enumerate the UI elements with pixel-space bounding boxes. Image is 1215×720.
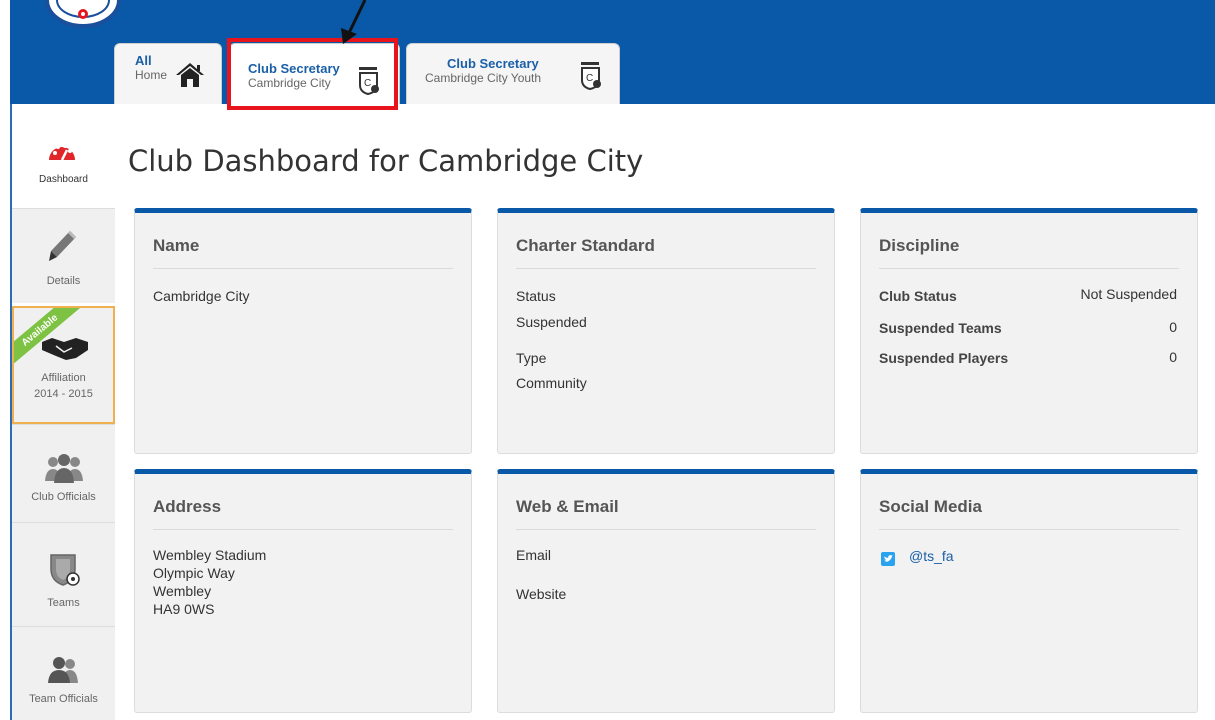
club-status-label: Club Status <box>879 288 957 304</box>
card-title: Name <box>153 236 200 255</box>
suspended-teams-label: Suspended Teams <box>879 320 1002 336</box>
people-group-icon <box>45 454 83 483</box>
svg-text:C: C <box>586 73 593 84</box>
fa-logo[interactable] <box>44 0 122 36</box>
tab-cc-line1: Club Secretary <box>248 61 340 76</box>
dashboard-gauge-icon <box>49 144 75 161</box>
website-label: Website <box>516 586 567 602</box>
handshake-icon <box>42 338 88 360</box>
email-label: Email <box>516 547 552 563</box>
sidebar-item-teams[interactable]: Teams <box>12 522 115 626</box>
sidebar-label-teams: Teams <box>47 597 80 609</box>
tab-ccy-line2: Cambridge City Youth <box>425 71 542 85</box>
address-line: Wembley <box>153 583 212 599</box>
divider <box>153 268 453 269</box>
card-name: Name Cambridge City <box>134 208 472 454</box>
suspended-players-value: 0 <box>1169 349 1177 365</box>
charter-status-value: Suspended <box>516 314 587 330</box>
tab-all-home[interactable]: All Home <box>114 43 222 104</box>
club-status-value: Not Suspended <box>1080 286 1177 302</box>
card-title: Social Media <box>879 497 982 516</box>
sidebar-item-dashboard[interactable]: Dashboard <box>12 104 115 208</box>
shield-ball-icon <box>50 554 80 586</box>
club-shield-icon: C <box>359 67 379 95</box>
card-discipline: Discipline Club Status Not Suspended Sus… <box>860 208 1198 454</box>
sidebar-label-affiliation: Affiliation <box>41 372 86 384</box>
charter-status-label: Status <box>516 288 556 304</box>
charter-type-label: Type <box>516 350 547 366</box>
twitter-handle-link[interactable]: @ts_fa <box>909 548 954 564</box>
page-title: Club Dashboard for Cambridge City <box>128 144 644 178</box>
suspended-teams-value: 0 <box>1169 319 1177 335</box>
card-title: Web & Email <box>516 497 619 516</box>
sidebar-label-details: Details <box>46 275 81 287</box>
sidebar-item-affiliation[interactable]: Available Affiliation 2014 - 2015 <box>12 306 115 424</box>
pencil-icon <box>49 231 76 261</box>
sidebar-item-details[interactable]: Details <box>12 208 115 303</box>
address-line: Wembley Stadium <box>153 547 267 563</box>
sidebar-item-club-officials[interactable]: Club Officials <box>12 424 115 522</box>
card-address: Address Wembley Stadium Olympic Way Wemb… <box>134 469 472 713</box>
tab-ccy-line1: Club Secretary <box>447 56 539 71</box>
club-shield-icon: C <box>581 62 601 90</box>
tab-cc-line2: Cambridge City <box>248 76 331 90</box>
sidebar-sublabel-affiliation: 2014 - 2015 <box>34 388 93 400</box>
divider <box>879 529 1179 530</box>
card-title: Discipline <box>879 236 960 255</box>
tab-home-line1: All <box>135 53 152 68</box>
sidebar-label-club-officials: Club Officials <box>31 491 96 503</box>
card-social-media: Social Media @ts_fa <box>860 469 1198 713</box>
sidebar-label-team-officials: Team Officials <box>29 693 98 705</box>
twitter-icon <box>881 552 895 566</box>
card-web-email: Web & Email Email Website <box>497 469 835 713</box>
sidebar: Dashboard Details Available Affiliation … <box>10 104 115 720</box>
divider <box>879 268 1179 269</box>
home-icon <box>176 63 204 87</box>
tab-club-secretary-cambridge-city[interactable]: Club Secretary Cambridge City C <box>229 43 400 104</box>
address-line: HA9 0WS <box>153 601 215 617</box>
card-charter-standard: Charter Standard Status Suspended Type C… <box>497 208 835 454</box>
sidebar-item-team-officials[interactable]: Team Officials <box>12 626 115 720</box>
club-name-value: Cambridge City <box>153 288 250 304</box>
suspended-players-label: Suspended Players <box>879 350 1009 366</box>
divider <box>516 529 816 530</box>
address-line: Olympic Way <box>153 565 235 581</box>
card-title: Charter Standard <box>516 236 655 255</box>
annotation-arrow <box>341 0 367 44</box>
card-title: Address <box>153 497 222 516</box>
divider <box>516 268 816 269</box>
tab-club-secretary-cambridge-city-youth[interactable]: Club Secretary Cambridge City Youth C <box>406 43 620 104</box>
sidebar-label-dashboard: Dashboard <box>39 174 88 185</box>
tab-home-line2: Home <box>135 68 168 82</box>
people-icon <box>48 657 78 683</box>
svg-text:C: C <box>364 78 371 89</box>
divider <box>153 529 453 530</box>
charter-type-value: Community <box>516 375 587 391</box>
